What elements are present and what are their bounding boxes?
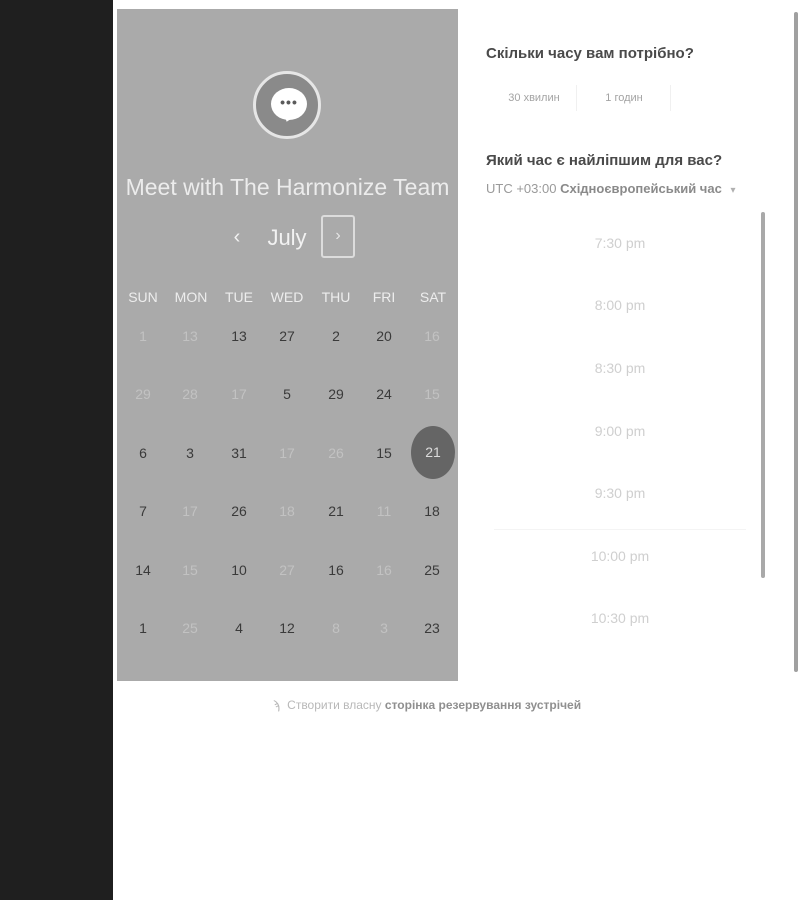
- duration-1-hour-button[interactable]: 1 годин: [578, 85, 671, 111]
- meeting-title: Meet with The Harmonize Team: [125, 174, 450, 200]
- next-month-button[interactable]: ›: [321, 215, 355, 258]
- calendar-day[interactable]: 27: [267, 321, 307, 351]
- time-slot[interactable]: 8:30 pm: [494, 348, 746, 388]
- create-booking-page-link[interactable]: сторінка резервування зустрічей: [385, 698, 581, 712]
- time-question: Який час є найліпшим для вас?: [486, 152, 723, 169]
- calendar-day: 11: [376, 503, 392, 519]
- calendar-day[interactable]: 5: [267, 379, 307, 409]
- calendar-day[interactable]: 1: [123, 613, 163, 643]
- time-slot[interactable]: 10:00 pm: [494, 536, 746, 576]
- calendar-day: 17: [231, 386, 247, 402]
- calendar-day[interactable]: 4: [219, 613, 259, 643]
- weekday-tue: TUE: [225, 289, 253, 305]
- calendar-day: 16: [376, 562, 392, 578]
- footer-text: Створити власну: [287, 698, 382, 712]
- calendar-day[interactable]: 3: [170, 438, 210, 468]
- calendar-day[interactable]: 14: [123, 555, 163, 585]
- calendar-day[interactable]: 23: [412, 613, 452, 643]
- timezone-offset: UTC +03:00: [486, 181, 557, 196]
- time-slot[interactable]: 10:30 pm: [494, 598, 746, 638]
- weekday-sat: SAT: [419, 289, 447, 305]
- chat-bubble-avatar-icon: •••: [253, 71, 321, 139]
- timezone-select[interactable]: UTC +03:00 Східноєвропейський час ▾: [486, 181, 735, 196]
- hubspot-sprocket-icon: ϡ: [272, 698, 280, 712]
- duration-30-min-button[interactable]: 30 хвилин: [492, 85, 577, 111]
- calendar-day: 3: [380, 620, 388, 636]
- calendar-day[interactable]: 12: [267, 613, 307, 643]
- month-label: July: [267, 225, 307, 250]
- time-slot[interactable]: 7:30 pm: [494, 223, 746, 263]
- calendar-day: 17: [182, 503, 198, 519]
- time-slot[interactable]: 9:00 pm: [494, 411, 746, 451]
- calendar-day[interactable]: 20: [364, 321, 404, 351]
- time-slots-scrollbar[interactable]: [761, 212, 765, 578]
- calendar-day[interactable]: 2: [316, 321, 356, 351]
- weekday-thu: THU: [321, 289, 351, 305]
- calendar-day[interactable]: 25: [412, 555, 452, 585]
- time-slot[interactable]: 9:30 pm: [494, 473, 746, 513]
- timezone-name: Східноєвропейський час: [560, 181, 722, 196]
- calendar-day: 15: [424, 386, 440, 402]
- calendar-day: 1: [139, 328, 147, 344]
- weekday-wed: WED: [270, 289, 304, 305]
- calendar-day: 18: [279, 503, 295, 519]
- calendar-day[interactable]: 10: [219, 555, 259, 585]
- duration-question: Скільки часу вам потрібно?: [486, 45, 694, 62]
- calendar-day[interactable]: 26: [219, 496, 259, 526]
- calendar-day[interactable]: 24: [364, 379, 404, 409]
- calendar-day: 16: [424, 328, 440, 344]
- calendar-day: 13: [182, 328, 198, 344]
- footer: ϡ Створити власну сторінка резервування …: [117, 698, 737, 712]
- left-sidebar: [0, 0, 113, 900]
- calendar-day: 15: [182, 562, 198, 578]
- calendar-day[interactable]: 31: [219, 438, 259, 468]
- calendar-day[interactable]: 16: [316, 555, 356, 585]
- prev-month-chevron-icon[interactable]: ‹: [226, 224, 248, 250]
- calendar-day: 28: [182, 386, 198, 402]
- calendar-day[interactable]: 15: [364, 438, 404, 468]
- weekday-fri: FRI: [372, 289, 396, 305]
- calendar-day: 27: [279, 562, 295, 578]
- time-slot[interactable]: 8:00 pm: [494, 285, 746, 325]
- calendar-day: 26: [328, 445, 344, 461]
- calendar-day[interactable]: 29: [316, 379, 356, 409]
- weekday-sun: SUN: [128, 289, 158, 305]
- calendar-day[interactable]: 6: [123, 438, 163, 468]
- calendar-day: 25: [182, 620, 198, 636]
- calendar-day: 17: [279, 445, 295, 461]
- page-scrollbar[interactable]: [794, 12, 798, 672]
- calendar-day[interactable]: 21: [316, 496, 356, 526]
- calendar-day: 8: [332, 620, 340, 636]
- calendar-day[interactable]: 7: [123, 496, 163, 526]
- caret-down-icon: ▾: [730, 185, 736, 196]
- calendar-day[interactable]: 18: [412, 496, 452, 526]
- weekday-mon: MON: [174, 289, 208, 305]
- selected-day[interactable]: 21: [411, 426, 455, 479]
- calendar-day[interactable]: 13: [219, 321, 259, 351]
- calendar-day: 29: [135, 386, 151, 402]
- slot-divider: [494, 529, 746, 530]
